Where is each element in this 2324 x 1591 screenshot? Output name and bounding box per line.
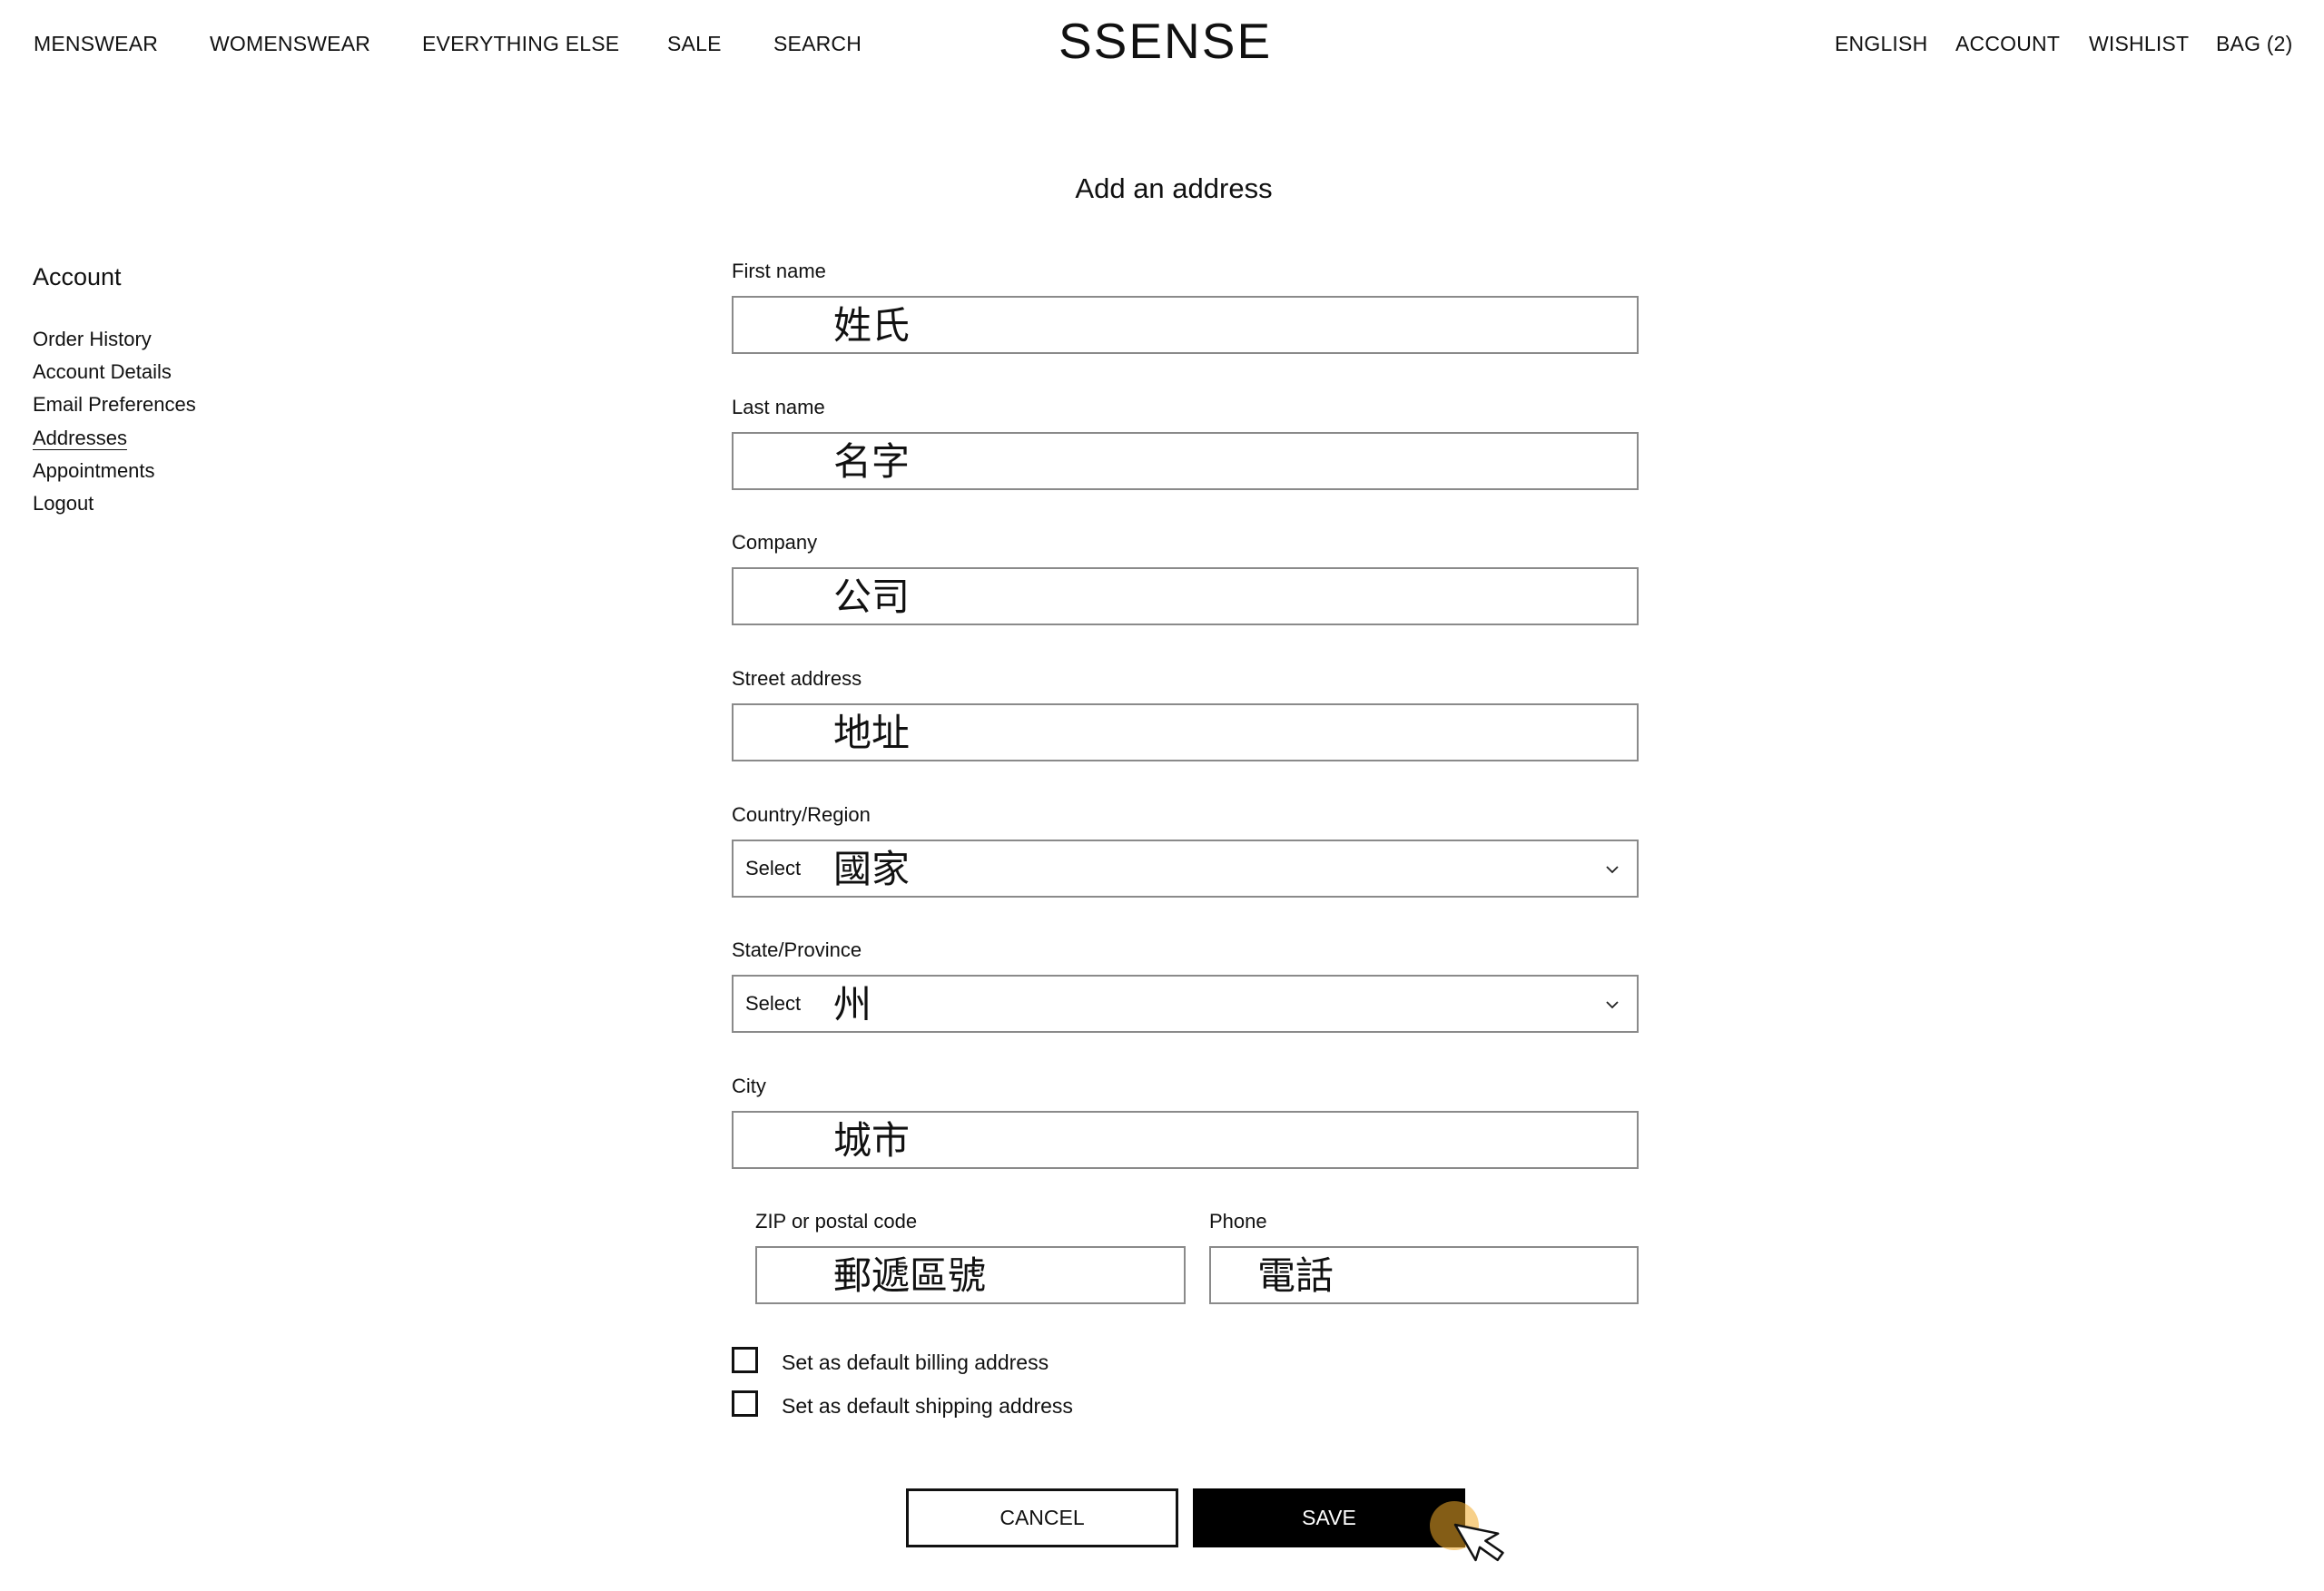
nav-womenswear[interactable]: WOMENSWEAR — [210, 30, 370, 57]
first-name-label: First name — [732, 260, 826, 282]
first-name-input[interactable]: 姓氏 — [732, 296, 1639, 354]
sidebar-item-account-details[interactable]: Account Details — [33, 358, 172, 386]
default-shipping-checkbox[interactable] — [732, 1390, 758, 1417]
street-address-label: Street address — [732, 667, 862, 690]
nav-everything-else[interactable]: EVERYTHING ELSE — [422, 30, 619, 57]
sidebar-item-addresses[interactable]: Addresses — [33, 425, 127, 452]
country-label: Country/Region — [732, 803, 871, 826]
sidebar-heading: Account — [33, 263, 122, 290]
page-title: Add an address — [1075, 172, 1273, 204]
nav-account[interactable]: ACCOUNT — [1955, 30, 2060, 57]
company-value: 公司 — [833, 575, 911, 619]
nav-bag[interactable]: BAG (2) — [2216, 30, 2292, 57]
state-select-prefix: Select — [745, 992, 802, 1015]
nav-sale[interactable]: SALE — [667, 30, 722, 57]
city-label: City — [732, 1075, 766, 1097]
nav-search[interactable]: SEARCH — [773, 30, 862, 57]
city-input[interactable]: 城市 — [732, 1111, 1639, 1169]
chevron-down-icon — [1606, 1001, 1619, 1009]
company-input[interactable]: 公司 — [732, 567, 1639, 625]
street-address-input[interactable]: 地址 — [732, 703, 1639, 761]
nav-wishlist[interactable]: WISHLIST — [2089, 30, 2189, 57]
mouse-pointer-icon — [1453, 1523, 1504, 1562]
city-value: 城市 — [833, 1118, 911, 1163]
phone-input[interactable]: 電話 — [1209, 1246, 1639, 1304]
zip-label: ZIP or postal code — [755, 1210, 918, 1233]
zip-input[interactable]: 郵遞區號 — [755, 1246, 1186, 1304]
sidebar-item-order-history[interactable]: Order History — [33, 326, 152, 353]
state-label: State/Province — [732, 938, 862, 961]
company-label: Company — [732, 531, 818, 554]
default-billing-checkbox[interactable] — [732, 1347, 758, 1373]
sidebar-item-logout[interactable]: Logout — [33, 490, 94, 517]
zip-value: 郵遞區號 — [833, 1253, 987, 1298]
nav-menswear[interactable]: MENSWEAR — [34, 30, 158, 57]
default-billing-label[interactable]: Set as default billing address — [782, 1349, 1049, 1376]
country-value: 國家 — [833, 847, 911, 891]
save-button[interactable]: SAVE — [1193, 1488, 1465, 1547]
last-name-label: Last name — [732, 396, 825, 418]
ssense-logo[interactable]: SSENSE — [1059, 13, 1272, 69]
phone-label: Phone — [1209, 1210, 1267, 1233]
chevron-down-icon — [1606, 866, 1619, 874]
sidebar-item-appointments[interactable]: Appointments — [33, 457, 155, 485]
street-address-value: 地址 — [833, 711, 911, 755]
default-shipping-label[interactable]: Set as default shipping address — [782, 1392, 1073, 1419]
cancel-button[interactable]: CANCEL — [906, 1488, 1178, 1547]
phone-value: 電話 — [1257, 1253, 1334, 1298]
first-name-value: 姓氏 — [833, 303, 911, 348]
country-select-prefix: Select — [745, 857, 802, 879]
state-select[interactable]: Select 州 — [732, 975, 1639, 1033]
country-select[interactable]: Select 國家 — [732, 840, 1639, 898]
last-name-value: 名字 — [833, 439, 911, 484]
sidebar-item-email-preferences[interactable]: Email Preferences — [33, 391, 196, 418]
nav-language[interactable]: ENGLISH — [1835, 30, 1927, 57]
last-name-input[interactable]: 名字 — [732, 432, 1639, 490]
state-value: 州 — [833, 982, 872, 1026]
